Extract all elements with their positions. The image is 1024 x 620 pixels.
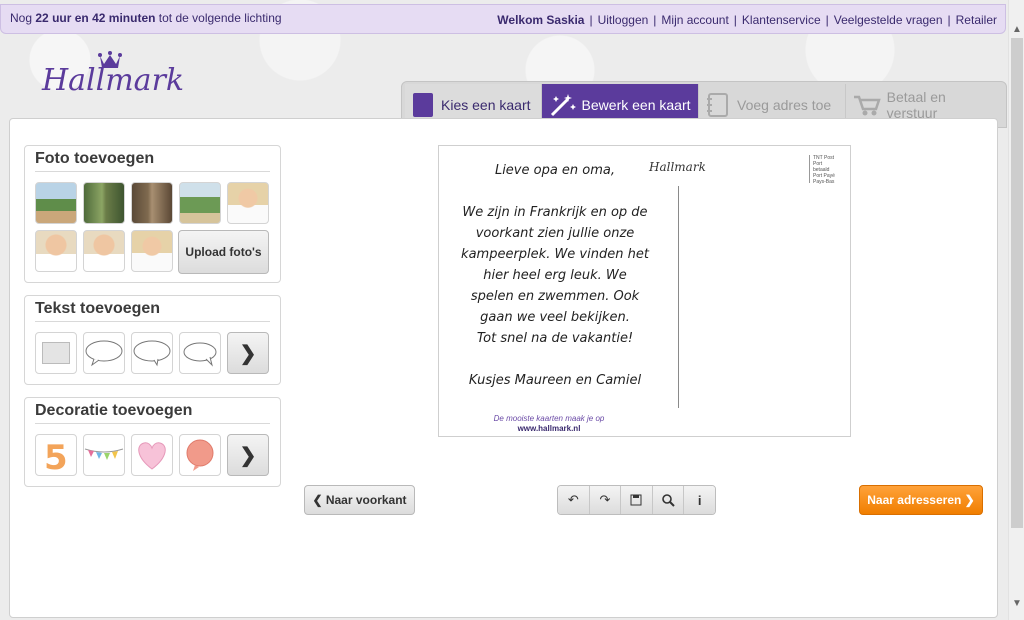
logout-link[interactable]: Uitloggen — [598, 13, 649, 27]
photo-thumbnail[interactable] — [131, 182, 173, 224]
info-button[interactable]: i — [684, 486, 715, 514]
sticker-badge-icon — [186, 439, 214, 471]
top-bar: Nog 22 uur en 42 minuten tot de volgende… — [0, 4, 1006, 34]
card-signature: Kusjes Maureen en Camiel — [468, 373, 642, 388]
text-box-plain[interactable] — [35, 332, 77, 374]
decoration-badge[interactable] — [179, 434, 221, 476]
chevron-right-icon: ❯ — [964, 493, 975, 507]
speech-bubble-oval[interactable] — [83, 332, 125, 374]
card-greeting: Lieve opa en oma, — [494, 163, 616, 178]
svg-text:5: 5 — [44, 438, 68, 473]
card-body-line: hier heel erg leuk. We — [483, 268, 627, 283]
zoom-button[interactable] — [652, 486, 685, 514]
scroll-up-icon[interactable]: ▲ — [1012, 24, 1022, 35]
text-box-icon — [42, 342, 70, 364]
speech-bubble-round[interactable] — [131, 332, 173, 374]
save-icon — [630, 494, 642, 506]
svg-text:Hallmark: Hallmark — [41, 63, 184, 98]
address-book-icon — [707, 93, 729, 117]
speech-bubble-small[interactable] — [179, 332, 221, 374]
postage-stamp: TNT Post Port betaald Port Payé Pays-Bas — [809, 155, 839, 185]
card-tagline: De mooiste kaarten maak je op — [493, 414, 605, 423]
decoration-bunting[interactable] — [83, 434, 125, 476]
candy-heart-icon — [138, 442, 166, 470]
card-body-line: kampeerplek. We vinden het — [461, 247, 649, 262]
photo-thumbnail[interactable] — [83, 182, 125, 224]
card-message[interactable]: Lieve opa en oma, We zijn in Frankrijk e… — [449, 160, 661, 391]
card-body-line: voorkant zien jullie onze — [475, 226, 635, 241]
cart-icon — [853, 95, 881, 116]
chevron-left-icon: ❮ — [312, 493, 323, 507]
photo-thumbnail[interactable] — [35, 182, 77, 224]
back-to-front-button[interactable]: ❮ Naar voorkant — [304, 485, 415, 515]
chevron-right-icon: ❯ — [239, 342, 257, 365]
card-url: www.hallmark.nl — [517, 424, 581, 433]
magic-wand-icon — [550, 94, 576, 117]
text-section-title: Tekst toevoegen — [35, 300, 270, 322]
card-preview[interactable]: Lieve opa en oma, We zijn in Frankrijk e… — [438, 145, 851, 437]
redo-icon: ↷ — [599, 492, 611, 507]
hallmark-logo[interactable]: Hallmark — [38, 48, 188, 104]
photo-thumbnail[interactable] — [131, 230, 173, 272]
scrollbar-thumb[interactable] — [1011, 38, 1023, 528]
redo-button[interactable]: ↷ — [589, 486, 622, 514]
photo-thumbnail[interactable] — [227, 182, 269, 224]
chevron-right-icon: ❯ — [239, 444, 257, 467]
undo-icon: ↶ — [567, 492, 579, 507]
speech-bubble-icon — [85, 340, 123, 367]
upload-photos-button[interactable]: Upload foto's — [178, 230, 269, 274]
speech-bubble-icon — [133, 340, 171, 367]
speech-bubble-icon — [183, 342, 217, 367]
save-button[interactable] — [621, 486, 653, 514]
photo-section-title: Foto toevoegen — [35, 150, 270, 172]
photo-thumbnail[interactable] — [179, 182, 221, 224]
decoration-section-title: Decoratie toevoegen — [35, 402, 270, 424]
bunting-icon — [84, 448, 124, 460]
retailer-link[interactable]: Retailer — [956, 13, 997, 27]
card-body-line: We zijn in Frankrijk en op de — [462, 205, 648, 220]
card-body-line: spelen en zwemmen. Ook — [470, 289, 640, 304]
card-divider — [678, 186, 679, 408]
info-icon: i — [697, 492, 702, 508]
text-section: Tekst toevoegen ❯ — [24, 295, 281, 385]
card-body-line: gaan we veel bekijken. — [480, 310, 630, 325]
customer-service-link[interactable]: Klantenservice — [742, 13, 821, 27]
photo-thumbnail[interactable] — [83, 230, 125, 272]
decoration-section: Decoratie toevoegen 5 ❯ — [24, 397, 281, 487]
editor-toolbar: ↶ ↷ i — [557, 485, 716, 515]
my-account-link[interactable]: Mijn account — [661, 13, 728, 27]
card-icon — [413, 93, 433, 117]
welcome-text: Welkom Saskia — [497, 13, 585, 27]
undo-button[interactable]: ↶ — [558, 486, 590, 514]
faq-link[interactable]: Veelgestelde vragen — [834, 13, 943, 27]
photo-section: Foto toevoegen Upload foto's — [24, 145, 281, 283]
countdown-text: Nog 22 uur en 42 minuten tot de volgende… — [10, 11, 282, 25]
next-to-address-button[interactable]: Naar adresseren ❯ — [859, 485, 983, 515]
photo-thumbnail[interactable] — [35, 230, 77, 272]
decoration-next-button[interactable]: ❯ — [227, 434, 269, 476]
decoration-number-five[interactable]: 5 — [35, 434, 77, 476]
account-links: Welkom Saskia | Uitloggen | Mijn account | Kla… — [497, 13, 997, 27]
vertical-scrollbar[interactable]: ▲ ▼ — [1008, 0, 1024, 620]
number-five-icon: 5 — [44, 438, 68, 473]
zoom-icon — [661, 493, 675, 507]
scroll-down-icon[interactable]: ▼ — [1012, 598, 1022, 609]
decoration-candy-heart[interactable] — [131, 434, 173, 476]
card-body-line: Tot snel na de vakantie! — [476, 331, 634, 346]
card-brand-logo: Hallmark — [649, 160, 706, 174]
text-next-button[interactable]: ❯ — [227, 332, 269, 374]
